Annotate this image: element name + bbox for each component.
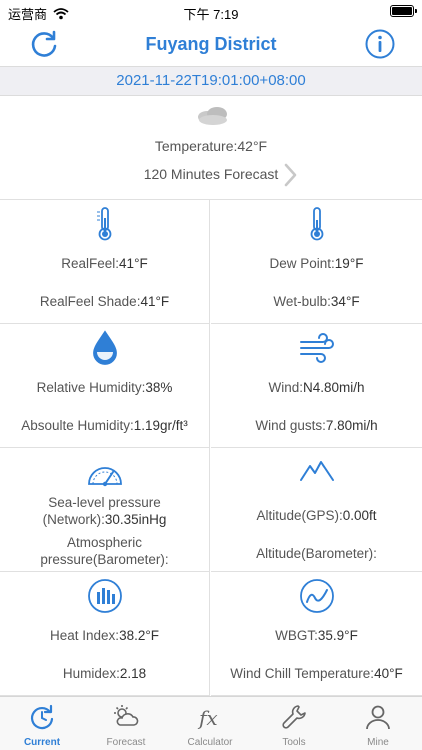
bar-chart-icon bbox=[87, 579, 122, 613]
person-icon bbox=[366, 705, 390, 730]
nav-bar: Fuyang District bbox=[0, 24, 422, 66]
mountain-icon bbox=[299, 461, 334, 481]
info-icon[interactable] bbox=[364, 28, 396, 60]
forecast-120-link[interactable]: 120 Minutes Forecast bbox=[0, 162, 422, 188]
wbgt-line: WBGT:35.9°F bbox=[211, 628, 422, 643]
humidex-value: 2.18 bbox=[119, 666, 147, 681]
chevron-right-icon bbox=[284, 163, 297, 187]
abs-humidity-value: 1.19gr/ft³ bbox=[133, 418, 188, 433]
heat-index-line: Heat Index:38.2°F bbox=[0, 628, 209, 643]
heat-index-value: 38.2°F bbox=[119, 628, 159, 643]
wind-chill-line: Wind Chill Temperature:40°F bbox=[211, 666, 422, 681]
wbgt-value: 35.9°F bbox=[317, 628, 358, 643]
gauge-icon bbox=[87, 467, 122, 487]
humidex-line: Humidex:2.18 bbox=[0, 666, 209, 681]
atm-pressure-label-b: pressure(Barometer): bbox=[40, 552, 169, 567]
wind-line: Wind:N4.80mi/h bbox=[211, 380, 422, 395]
sea-pressure-value: 30.35inHg bbox=[104, 512, 167, 527]
status-time: 下午 7:19 bbox=[183, 7, 239, 22]
realfeel-cell: RealFeel:41°F RealFeel Shade:41°F bbox=[0, 200, 210, 324]
dew-point-value: 19°F bbox=[334, 256, 364, 271]
water-drop-icon bbox=[92, 330, 117, 365]
wet-bulb-value: 34°F bbox=[330, 294, 360, 309]
abs-humidity-line: Absoulte Humidity:1.19gr/ft³ bbox=[0, 418, 209, 433]
cloud-sun-icon bbox=[114, 705, 139, 726]
temperature-line: Temperature:42°F bbox=[0, 138, 422, 154]
wind-gusts-line: Wind gusts:7.80mi/h bbox=[211, 418, 422, 433]
rel-humidity-value: 38% bbox=[145, 380, 173, 395]
status-bar: 运营商 下午 7:19 bbox=[0, 0, 422, 24]
realfeel-shade-value: 41°F bbox=[140, 294, 170, 309]
tab-calculator[interactable]: fx Calculator bbox=[168, 697, 252, 750]
tab-mine[interactable]: Mine bbox=[336, 697, 420, 750]
wrench-icon bbox=[282, 705, 306, 729]
tab-forecast-label: Forecast bbox=[106, 737, 146, 748]
wind-gusts-label: Wind gusts: bbox=[255, 418, 326, 433]
abs-humidity-label: Absoulte Humidity: bbox=[21, 418, 134, 433]
rel-humidity-line: Relative Humidity:38% bbox=[0, 380, 209, 395]
refresh-clock-icon bbox=[30, 704, 54, 730]
sea-pressure-line: Sea-level pressure (Network):30.35inHg bbox=[0, 494, 209, 528]
tab-mine-label: Mine bbox=[367, 737, 389, 748]
temperature-value: 42°F bbox=[237, 138, 268, 154]
wind-chill-label: Wind Chill Temperature: bbox=[230, 666, 375, 681]
tab-bar: Current Forecast fx Calculator Tools Min… bbox=[0, 696, 422, 750]
metrics-grid: RealFeel:41°F RealFeel Shade:41°F Dew Po… bbox=[0, 200, 422, 696]
heat-index-label: Heat Index: bbox=[50, 628, 120, 643]
wind-chill-value: 40°F bbox=[374, 666, 403, 681]
cloudy-icon bbox=[198, 107, 227, 125]
observation-timestamp: 2021-11-22T19:01:00+08:00 bbox=[0, 66, 422, 96]
sea-pressure-label-b: (Network): bbox=[42, 512, 105, 527]
dew-point-line: Dew Point:19°F bbox=[211, 256, 422, 271]
atm-pressure-line: Atmospheric pressure(Barometer): bbox=[0, 534, 209, 568]
altitude-gps-label: Altitude(GPS): bbox=[256, 508, 343, 523]
tab-tools-label: Tools bbox=[282, 737, 306, 748]
altitude-gps-value: 0.00ft bbox=[342, 508, 377, 523]
sea-pressure-line-b: (Network):30.35inHg bbox=[0, 511, 209, 528]
pressure-cell: Sea-level pressure (Network):30.35inHg A… bbox=[0, 448, 210, 572]
altitude-gps-line: Altitude(GPS):0.00ft bbox=[211, 508, 422, 523]
wind-icon bbox=[299, 333, 334, 363]
dew-point-cell: Dew Point:19°F Wet-bulb:34°F bbox=[211, 200, 422, 324]
wind-cell: Wind:N4.80mi/h Wind gusts:7.80mi/h bbox=[211, 324, 422, 448]
tab-current-label: Current bbox=[23, 737, 61, 748]
atm-pressure-label-a: Atmospheric bbox=[66, 535, 143, 550]
tab-current[interactable]: Current bbox=[0, 697, 84, 750]
wind-label: Wind: bbox=[268, 380, 303, 395]
page-title: Fuyang District bbox=[145, 34, 277, 54]
heat-index-cell: Heat Index:38.2°F Humidex:2.18 bbox=[0, 572, 210, 696]
wbgt-cell: WBGT:35.9°F Wind Chill Temperature:40°F bbox=[211, 572, 422, 696]
realfeel-shade-line: RealFeel Shade:41°F bbox=[0, 294, 209, 309]
forecast-120-label: 120 Minutes Forecast bbox=[143, 166, 279, 182]
realfeel-value: 41°F bbox=[119, 256, 148, 271]
trend-circle-icon bbox=[299, 579, 334, 613]
thermometer-scale-icon bbox=[96, 207, 111, 241]
realfeel-line: RealFeel:41°F bbox=[0, 256, 209, 271]
tab-calculator-label: Calculator bbox=[187, 737, 233, 748]
current-summary: Temperature:42°F 120 Minutes Forecast bbox=[0, 96, 422, 200]
humidex-label: Humidex: bbox=[62, 666, 120, 681]
svg-text:fx: fx bbox=[197, 706, 218, 730]
humidity-cell: Relative Humidity:38% Absoulte Humidity:… bbox=[0, 324, 210, 448]
tab-forecast[interactable]: Forecast bbox=[84, 697, 168, 750]
wind-value: N4.80mi/h bbox=[302, 380, 365, 395]
wet-bulb-line: Wet-bulb:34°F bbox=[211, 294, 422, 309]
thermometer-icon bbox=[310, 207, 323, 241]
battery-icon bbox=[390, 5, 417, 17]
altitude-baro-line: Altitude(Barometer): bbox=[211, 546, 422, 561]
dew-point-label: Dew Point: bbox=[269, 256, 335, 271]
realfeel-label: RealFeel: bbox=[61, 256, 120, 271]
temperature-label: Temperature: bbox=[154, 138, 238, 154]
realfeel-shade-label: RealFeel Shade: bbox=[39, 294, 141, 309]
altitude-baro-label: Altitude(Barometer): bbox=[256, 546, 377, 561]
fx-icon: fx bbox=[197, 706, 218, 730]
sea-pressure-label-a: Sea-level pressure bbox=[48, 495, 161, 510]
wet-bulb-label: Wet-bulb: bbox=[273, 294, 331, 309]
wind-gusts-value: 7.80mi/h bbox=[325, 418, 378, 433]
rel-humidity-label: Relative Humidity: bbox=[36, 380, 146, 395]
wbgt-label: WBGT: bbox=[275, 628, 318, 643]
altitude-cell: Altitude(GPS):0.00ft Altitude(Barometer)… bbox=[211, 448, 422, 572]
tab-tools[interactable]: Tools bbox=[252, 697, 336, 750]
